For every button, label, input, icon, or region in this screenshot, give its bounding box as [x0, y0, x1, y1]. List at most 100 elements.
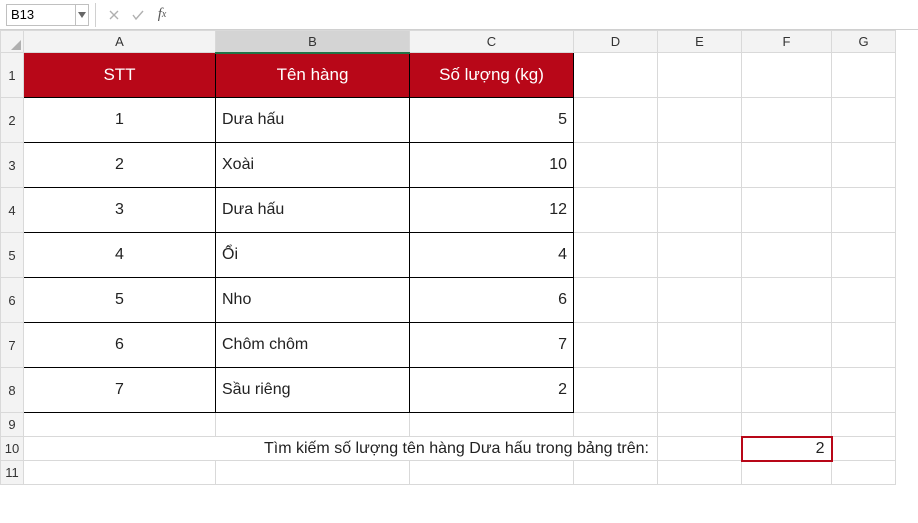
table-cell-qty[interactable]: 7	[410, 323, 574, 368]
name-box-dropdown[interactable]	[76, 4, 89, 26]
cell[interactable]	[658, 278, 742, 323]
cell[interactable]	[574, 188, 658, 233]
search-result[interactable]: 2	[742, 437, 832, 461]
cell[interactable]	[658, 368, 742, 413]
cell[interactable]	[658, 413, 742, 437]
row-header-2[interactable]: 2	[1, 98, 24, 143]
cell[interactable]	[24, 413, 216, 437]
table-header-qty[interactable]: Số lượng (kg)	[410, 53, 574, 98]
col-header-B[interactable]: B	[216, 31, 410, 53]
cell[interactable]	[216, 461, 410, 485]
cell[interactable]	[742, 413, 832, 437]
table-cell-stt[interactable]: 4	[24, 233, 216, 278]
table-cell-qty[interactable]: 4	[410, 233, 574, 278]
cell[interactable]	[410, 413, 574, 437]
table-cell-name[interactable]: Ổi	[216, 233, 410, 278]
cell[interactable]	[574, 233, 658, 278]
table-cell-qty[interactable]: 5	[410, 98, 574, 143]
name-box[interactable]	[6, 4, 76, 26]
cell[interactable]	[574, 413, 658, 437]
row-header-4[interactable]: 4	[1, 188, 24, 233]
cell[interactable]	[410, 461, 574, 485]
cell[interactable]	[832, 143, 896, 188]
cell[interactable]	[742, 461, 832, 485]
search-label[interactable]: Tìm kiếm số lượng tên hàng Dưa hấu trong…	[24, 437, 658, 461]
col-header-E[interactable]: E	[658, 31, 742, 53]
cell[interactable]	[658, 143, 742, 188]
table-cell-name[interactable]: Nho	[216, 278, 410, 323]
cell[interactable]	[574, 368, 658, 413]
table-cell-stt[interactable]: 5	[24, 278, 216, 323]
row-header-11[interactable]: 11	[1, 461, 24, 485]
cell[interactable]	[832, 413, 896, 437]
table-header-stt[interactable]: STT	[24, 53, 216, 98]
col-header-C[interactable]: C	[410, 31, 574, 53]
cell[interactable]	[574, 98, 658, 143]
cell[interactable]	[658, 233, 742, 278]
cell[interactable]	[658, 188, 742, 233]
select-all-corner[interactable]	[1, 31, 24, 53]
cell[interactable]	[832, 278, 896, 323]
cell[interactable]	[742, 233, 832, 278]
cancel-icon[interactable]	[102, 4, 126, 26]
table-cell-stt[interactable]: 3	[24, 188, 216, 233]
cell[interactable]	[574, 323, 658, 368]
cell[interactable]	[742, 143, 832, 188]
cell[interactable]	[742, 98, 832, 143]
table-cell-stt[interactable]: 6	[24, 323, 216, 368]
spreadsheet-grid[interactable]: A B C D E F G 1 STT Tên hàng Số lượng (k…	[0, 30, 918, 485]
row-header-5[interactable]: 5	[1, 233, 24, 278]
row-header-6[interactable]: 6	[1, 278, 24, 323]
cell[interactable]	[658, 461, 742, 485]
col-header-F[interactable]: F	[742, 31, 832, 53]
cell[interactable]	[742, 323, 832, 368]
cell[interactable]	[832, 53, 896, 98]
table-cell-qty[interactable]: 10	[410, 143, 574, 188]
table-cell-name[interactable]: Sầu riêng	[216, 368, 410, 413]
row-header-1[interactable]: 1	[1, 53, 24, 98]
row-header-10[interactable]: 10	[1, 437, 24, 461]
cell[interactable]	[658, 323, 742, 368]
table-cell-qty[interactable]: 2	[410, 368, 574, 413]
cell[interactable]	[832, 188, 896, 233]
cell[interactable]	[574, 461, 658, 485]
cell[interactable]	[832, 368, 896, 413]
row-header-8[interactable]: 8	[1, 368, 24, 413]
cell[interactable]	[832, 437, 896, 461]
enter-icon[interactable]	[126, 4, 150, 26]
cell[interactable]	[24, 461, 216, 485]
cell[interactable]	[574, 278, 658, 323]
table-cell-qty[interactable]: 6	[410, 278, 574, 323]
cell[interactable]	[832, 461, 896, 485]
cell[interactable]	[832, 323, 896, 368]
cell[interactable]	[574, 143, 658, 188]
fx-icon[interactable]: fx	[150, 4, 174, 26]
cell[interactable]	[216, 413, 410, 437]
table-cell-name[interactable]: Chôm chôm	[216, 323, 410, 368]
table-cell-name[interactable]: Xoài	[216, 143, 410, 188]
row-header-3[interactable]: 3	[1, 143, 24, 188]
row-header-7[interactable]: 7	[1, 323, 24, 368]
table-cell-name[interactable]: Dưa hấu	[216, 188, 410, 233]
table-cell-qty[interactable]: 12	[410, 188, 574, 233]
cell[interactable]	[742, 188, 832, 233]
cell[interactable]	[658, 437, 742, 461]
table-cell-stt[interactable]: 1	[24, 98, 216, 143]
col-header-G[interactable]: G	[832, 31, 896, 53]
cell[interactable]	[832, 233, 896, 278]
table-header-name[interactable]: Tên hàng	[216, 53, 410, 98]
cell[interactable]	[742, 278, 832, 323]
cell[interactable]	[832, 98, 896, 143]
col-header-A[interactable]: A	[24, 31, 216, 53]
table-cell-name[interactable]: Dưa hấu	[216, 98, 410, 143]
col-header-D[interactable]: D	[574, 31, 658, 53]
table-cell-stt[interactable]: 7	[24, 368, 216, 413]
cell[interactable]	[574, 53, 658, 98]
row-header-9[interactable]: 9	[1, 413, 24, 437]
cell[interactable]	[658, 53, 742, 98]
table-cell-stt[interactable]: 2	[24, 143, 216, 188]
cell[interactable]	[742, 53, 832, 98]
formula-input[interactable]	[174, 4, 918, 26]
cell[interactable]	[742, 368, 832, 413]
cell[interactable]	[658, 98, 742, 143]
